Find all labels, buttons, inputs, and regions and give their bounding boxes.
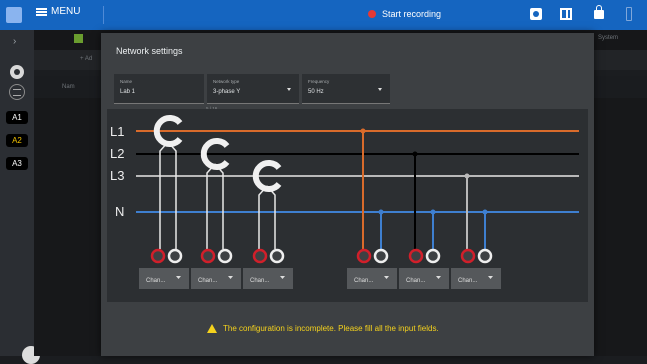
battery-icon [626,7,632,21]
channel-select-label: Chan... [354,278,374,284]
white-connector-icon [373,248,389,264]
red-connector-icon [356,248,372,264]
chevron-right-icon[interactable]: › [13,36,16,47]
channel-select[interactable]: Chan... [451,268,501,289]
sidebar-tag-a2[interactable]: A2 [6,134,28,147]
channel-select-label: Chan... [406,278,426,284]
divider [103,6,104,24]
white-connector-icon [425,248,441,264]
channel-select[interactable]: Chan... [347,268,397,289]
wiring-diagram: L1 L2 L3 N Chan... Chan... Chan... Chan.… [107,109,588,302]
menu-label: MENU [51,6,81,17]
background-add-label: + Ad [80,56,93,62]
start-recording-label: Start recording [382,9,442,19]
incomplete-warning: The configuration is incomplete. Please … [207,324,439,333]
channel-select[interactable]: Chan... [243,268,293,289]
line-label-n: N [115,204,124,219]
warning-text: The configuration is incomplete. Please … [223,324,439,333]
red-connector-icon [200,248,216,264]
line-label-l3: L3 [110,168,124,183]
app-logo-icon[interactable] [6,7,22,23]
sliders-icon[interactable] [9,84,25,100]
sidebar-tag-a3[interactable]: A3 [6,157,28,170]
record-icon [368,10,376,18]
sidebar-tag-a1[interactable]: A1 [6,111,28,124]
red-connector-icon [408,248,424,264]
book-icon[interactable] [560,8,572,20]
line-label-l2: L2 [110,146,124,161]
channel-select[interactable]: Chan... [191,268,241,289]
channel-select-label: Chan... [198,278,218,284]
channel-select[interactable]: Chan... [399,268,449,289]
tab-color-icon [74,34,83,43]
channel-select-label: Chan... [458,278,478,284]
lock-icon[interactable] [594,5,604,19]
top-bar: MENU Start recording [0,0,647,30]
network-settings-dialog: Network settings Name Lab 1 5 / 16 Netwo… [101,33,594,356]
menu-button[interactable]: MENU [36,6,80,17]
white-connector-icon [167,248,183,264]
camera-icon[interactable] [530,8,542,20]
hamburger-icon [36,7,47,16]
red-connector-icon [252,248,268,264]
background-name-column: Nam [62,84,75,90]
line-label-l1: L1 [110,124,124,139]
gear-icon[interactable] [10,65,24,79]
red-connector-icon [460,248,476,264]
background-tab-system: System [598,35,619,41]
red-connector-icon [150,248,166,264]
white-connector-icon [217,248,233,264]
white-connector-icon [269,248,285,264]
channel-select[interactable]: Chan... [139,268,189,289]
sidebar: › A1 A2 A3 [0,30,40,364]
warning-icon [207,324,217,333]
channel-select-label: Chan... [146,278,166,284]
white-connector-icon [477,248,493,264]
channel-select-label: Chan... [250,278,270,284]
start-recording-button[interactable]: Start recording [368,9,441,19]
